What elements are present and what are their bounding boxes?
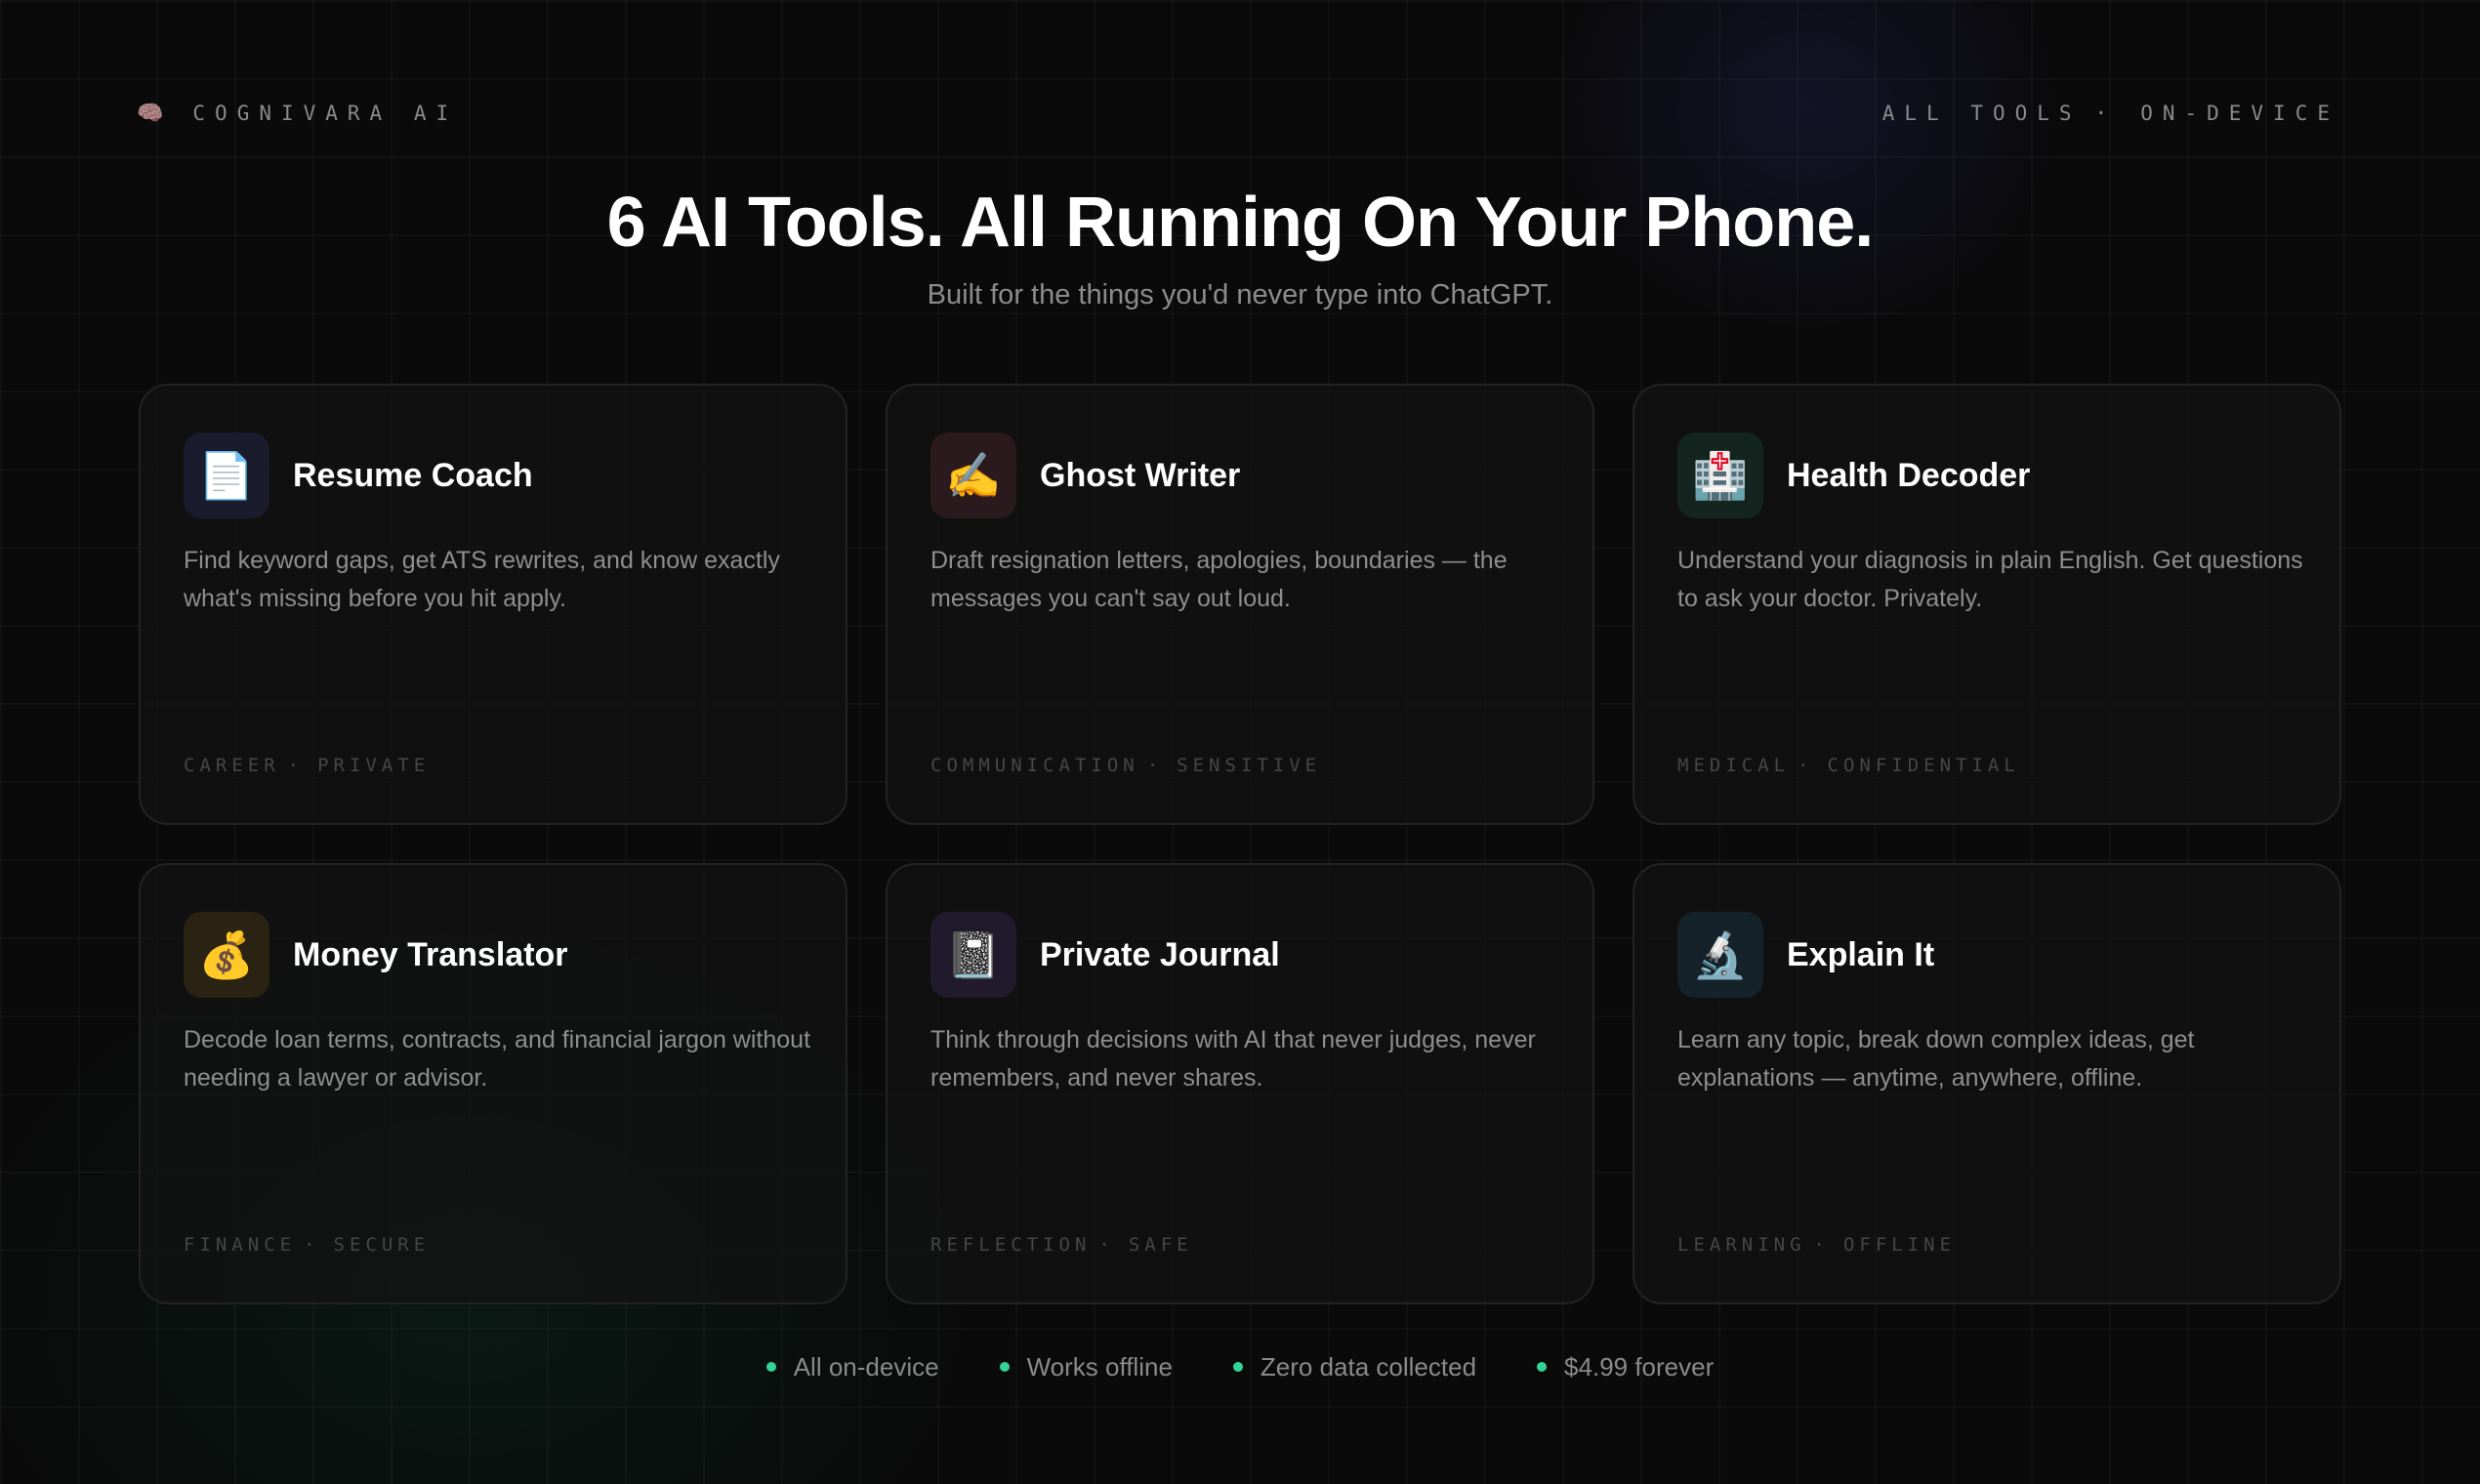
- tool-title: Private Journal: [1040, 936, 1280, 973]
- tool-tags: CAREER · PRIVATE: [184, 755, 430, 776]
- tool-description: Decode loan terms, contracts, and financ…: [184, 1026, 811, 1092]
- feature-item: Zero data collected: [1232, 1349, 1477, 1384]
- tag-separator: ·: [1146, 755, 1164, 776]
- writing-hand-icon: ✍️: [930, 433, 1016, 518]
- tool-card-resume-coach[interactable]: 📄 Resume Coach Find keyword gaps, get AT…: [139, 384, 847, 825]
- tool-title: Health Decoder: [1787, 457, 2031, 494]
- status-dot-icon: [765, 1362, 776, 1372]
- tool-tag: SAFE: [1128, 1234, 1193, 1256]
- money-bag-icon: 💰: [184, 912, 269, 998]
- tool-card-money-translator[interactable]: 💰 Money Translator Decode loan terms, co…: [139, 863, 847, 1304]
- feature-item: All on-device: [765, 1349, 939, 1384]
- tool-title: Money Translator: [293, 936, 568, 973]
- tag-separator: ·: [287, 755, 305, 776]
- tool-title: Ghost Writer: [1040, 457, 1241, 494]
- hospital-icon: 🏥: [1677, 433, 1763, 518]
- tool-description: Learn any topic, break down complex idea…: [1677, 1026, 2195, 1092]
- page: 🧠 COGNIVARA AI ALL TOOLS · ON-DEVICE 6 A…: [0, 0, 2480, 1484]
- tool-tag: LEARNING: [1677, 1234, 1806, 1256]
- brain-icon: 🧠: [137, 101, 164, 125]
- status-dot-icon: [999, 1362, 1010, 1372]
- tool-title: Explain It: [1787, 936, 1935, 973]
- tool-tags: LEARNING · OFFLINE: [1677, 1234, 1956, 1256]
- feature-item: $4.99 forever: [1537, 1349, 1714, 1384]
- tool-title: Resume Coach: [293, 457, 533, 494]
- tag-separator: ·: [1098, 1234, 1115, 1256]
- tool-tags: COMMUNICATION · SENSITIVE: [930, 755, 1321, 776]
- tool-card-health-decoder[interactable]: 🏥 Health Decoder Understand your diagnos…: [1633, 384, 2341, 825]
- feature-label: Works offline: [1026, 1352, 1173, 1381]
- page-title: 6 AI Tools. All Running On Your Phone.: [606, 184, 1875, 262]
- tag-separator: ·: [1798, 755, 1814, 776]
- feature-item: Works offline: [999, 1349, 1173, 1384]
- tool-tag: SECURE: [333, 1234, 431, 1256]
- tool-tag: PRIVATE: [317, 755, 431, 776]
- tool-tag: FINANCE: [184, 1234, 297, 1256]
- tool-tag: COMMUNICATION: [930, 755, 1139, 776]
- tool-tags: FINANCE · SECURE: [184, 1234, 430, 1256]
- tool-tag: MEDICAL: [1677, 755, 1791, 776]
- tool-tags: REFLECTION · SAFE: [930, 1234, 1193, 1256]
- nav-separator: ·: [2094, 102, 2118, 125]
- tag-separator: ·: [304, 1234, 320, 1256]
- feature-label: Zero data collected: [1260, 1352, 1477, 1381]
- tool-card-private-journal[interactable]: 📓 Private Journal Think through decision…: [886, 863, 1594, 1304]
- tool-tag: REFLECTION: [930, 1234, 1092, 1256]
- feature-label: All on-device: [793, 1352, 939, 1381]
- tool-tags: MEDICAL · CONFIDENTIAL: [1677, 755, 2020, 776]
- nav-on-device[interactable]: ON-DEVICE: [2140, 102, 2339, 125]
- status-dot-icon: [1537, 1362, 1548, 1372]
- notebook-icon: 📓: [930, 912, 1016, 998]
- tool-description: Understand your diagnosis in plain Engli…: [1677, 547, 2303, 612]
- page-subtitle: Built for the things you'd never type in…: [927, 279, 1553, 310]
- tool-card-explain-it[interactable]: 🔬 Explain It Learn any topic, break down…: [1633, 863, 2341, 1304]
- nav-all-tools[interactable]: ALL TOOLS: [1882, 102, 2082, 125]
- microscope-icon: 🔬: [1677, 912, 1763, 998]
- feature-label: $4.99 forever: [1564, 1352, 1715, 1381]
- feature-list: All on-device Works offline Zero data co…: [0, 1349, 2480, 1384]
- document-icon: 📄: [184, 433, 269, 518]
- brand-name: COGNIVARA AI: [192, 102, 459, 125]
- tool-card-ghost-writer[interactable]: ✍️ Ghost Writer Draft resignation letter…: [886, 384, 1594, 825]
- tool-description: Draft resignation letters, apologies, bo…: [930, 547, 1508, 612]
- status-dot-icon: [1232, 1362, 1243, 1372]
- top-nav: ALL TOOLS · ON-DEVICE: [1882, 98, 2339, 129]
- tool-description: Find keyword gaps, get ATS rewrites, and…: [184, 547, 780, 612]
- tool-tag: CAREER: [184, 755, 280, 776]
- brand[interactable]: 🧠 COGNIVARA AI: [137, 98, 458, 129]
- tool-tag: CONFIDENTIAL: [1827, 755, 2020, 776]
- tag-separator: ·: [1813, 1234, 1830, 1256]
- tool-description: Think through decisions with AI that nev…: [930, 1026, 1536, 1092]
- tool-tag: OFFLINE: [1842, 1234, 1957, 1256]
- tool-tag: SENSITIVE: [1177, 755, 1322, 776]
